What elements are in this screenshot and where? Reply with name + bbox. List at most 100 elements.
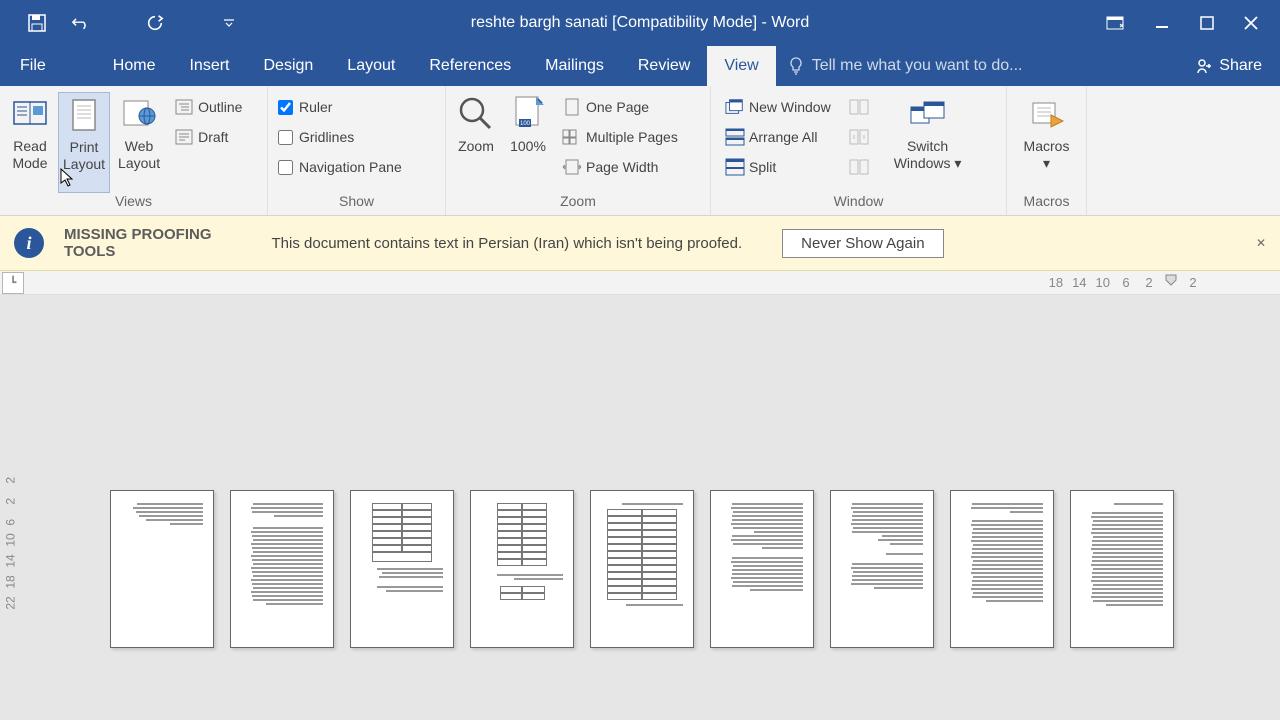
ribbon-tabs: File Home Insert Design Layout Reference… xyxy=(0,46,1280,86)
read-mode-icon xyxy=(10,94,50,134)
ribbon-display-options-icon[interactable] xyxy=(1106,16,1124,30)
print-layout-button[interactable]: Print Layout xyxy=(58,92,110,193)
page-thumbnail[interactable] xyxy=(830,490,934,648)
page-thumbnails xyxy=(110,490,1174,648)
multiple-pages-icon xyxy=(562,128,582,146)
indent-marker-icon[interactable] xyxy=(1165,274,1177,290)
ruler-area: ┗ 18 14 10 6 2 2 xyxy=(0,271,1280,295)
page-thumbnail[interactable] xyxy=(950,490,1054,648)
group-macros: Macros▾ Macros xyxy=(1007,86,1087,215)
warning-title: MISSING PROOFINGTOOLS xyxy=(64,226,212,261)
svg-text:100: 100 xyxy=(520,121,531,127)
quick-access-toolbar xyxy=(0,14,238,32)
ribbon: Read Mode Print Layout Web Layout Outlin… xyxy=(0,86,1280,216)
switch-windows-icon xyxy=(908,94,948,134)
group-views-label: Views xyxy=(6,193,261,209)
switch-windows-button[interactable]: Switch Windows ▾ xyxy=(890,92,966,193)
draft-button[interactable]: Draft xyxy=(170,122,246,152)
tab-mailings[interactable]: Mailings xyxy=(528,46,621,86)
one-page-button[interactable]: One Page xyxy=(558,92,682,122)
read-mode-button[interactable]: Read Mode xyxy=(6,92,54,193)
ruler-checkbox[interactable]: Ruler xyxy=(278,92,402,122)
close-warning-icon[interactable]: ✕ xyxy=(1256,236,1266,250)
redo-icon[interactable] xyxy=(146,14,164,32)
chevron-down-icon: ▾ xyxy=(1043,155,1050,171)
tab-design[interactable]: Design xyxy=(246,46,330,86)
web-layout-icon xyxy=(119,94,159,134)
tab-view[interactable]: View xyxy=(707,46,775,86)
gridlines-checkbox[interactable]: Gridlines xyxy=(278,122,402,152)
group-show-label: Show xyxy=(274,193,439,209)
group-views: Read Mode Print Layout Web Layout Outlin… xyxy=(0,86,268,215)
view-side-by-side-button[interactable] xyxy=(845,92,873,122)
reset-window-icon xyxy=(849,158,869,176)
split-icon xyxy=(725,158,745,176)
new-window-icon xyxy=(725,98,745,116)
tab-review[interactable]: Review xyxy=(621,46,707,86)
page-thumbnail[interactable] xyxy=(590,490,694,648)
share-button[interactable]: Share xyxy=(1177,46,1280,86)
side-by-side-icon xyxy=(849,98,869,116)
vertical-ruler[interactable]: 2 2 6 10 14 18 22 xyxy=(4,470,17,610)
window-title: reshte bargh sanati [Compatibility Mode]… xyxy=(471,14,810,32)
page-thumbnail[interactable] xyxy=(1070,490,1174,648)
title-bar: reshte bargh sanati [Compatibility Mode]… xyxy=(0,0,1280,46)
one-page-icon xyxy=(562,98,582,116)
reset-window-pos-button[interactable] xyxy=(845,152,873,182)
info-icon: i xyxy=(14,228,44,258)
page-thumbnail[interactable] xyxy=(710,490,814,648)
zoom-100-button[interactable]: 100 100% xyxy=(504,92,552,193)
page-width-button[interactable]: Page Width xyxy=(558,152,682,182)
print-layout-icon xyxy=(64,95,104,135)
customize-qat-icon[interactable] xyxy=(220,14,238,32)
sync-scroll-button[interactable] xyxy=(845,122,873,152)
group-macros-label: Macros xyxy=(1013,193,1080,209)
draft-icon xyxy=(174,128,194,146)
window-controls xyxy=(1106,15,1280,31)
horizontal-ruler[interactable]: 18 14 10 6 2 2 xyxy=(1049,274,1200,290)
sync-scroll-icon xyxy=(849,128,869,146)
multiple-pages-button[interactable]: Multiple Pages xyxy=(558,122,682,152)
tell-me-search[interactable]: Tell me what you want to do... xyxy=(776,46,1178,86)
tab-insert[interactable]: Insert xyxy=(172,46,246,86)
arrange-all-button[interactable]: Arrange All xyxy=(721,122,835,152)
lightbulb-icon xyxy=(788,56,804,76)
page-thumbnail[interactable] xyxy=(110,490,214,648)
tab-references[interactable]: References xyxy=(412,46,528,86)
zoom-button[interactable]: Zoom xyxy=(452,92,500,193)
never-show-again-button[interactable]: Never Show Again xyxy=(782,229,943,258)
save-icon[interactable] xyxy=(28,14,46,32)
page-thumbnail[interactable] xyxy=(470,490,574,648)
split-button[interactable]: Split xyxy=(721,152,835,182)
share-icon xyxy=(1195,57,1213,75)
group-zoom: Zoom 100 100% One Page Multiple Pages Pa… xyxy=(446,86,711,215)
group-window-label: Window xyxy=(717,193,1000,209)
navigation-pane-checkbox[interactable]: Navigation Pane xyxy=(278,152,402,182)
outline-icon xyxy=(174,98,194,116)
outline-button[interactable]: Outline xyxy=(170,92,246,122)
chevron-down-icon: ▾ xyxy=(954,155,961,171)
page-width-icon xyxy=(562,158,582,176)
macros-icon xyxy=(1027,94,1067,134)
undo-icon[interactable] xyxy=(72,14,90,32)
close-icon[interactable] xyxy=(1244,16,1258,30)
group-window: New Window Arrange All Split Switc xyxy=(711,86,1007,215)
minimize-icon[interactable] xyxy=(1154,15,1170,31)
tab-layout[interactable]: Layout xyxy=(330,46,412,86)
macros-button[interactable]: Macros▾ xyxy=(1020,92,1074,193)
ruler-corner[interactable]: ┗ xyxy=(2,272,24,294)
web-layout-button[interactable]: Web Layout xyxy=(114,92,164,193)
proofing-warning-bar: i MISSING PROOFINGTOOLS This document co… xyxy=(0,216,1280,271)
arrange-all-icon xyxy=(725,128,745,146)
new-window-button[interactable]: New Window xyxy=(721,92,835,122)
group-show: Ruler Gridlines Navigation Pane Show xyxy=(268,86,446,215)
document-area[interactable]: 2 2 6 10 14 18 22 xyxy=(0,295,1280,720)
page-thumbnail[interactable] xyxy=(230,490,334,648)
tell-me-placeholder: Tell me what you want to do... xyxy=(812,57,1023,75)
group-zoom-label: Zoom xyxy=(452,193,704,209)
tab-home[interactable]: Home xyxy=(96,46,173,86)
tab-file[interactable]: File xyxy=(0,46,66,86)
maximize-icon[interactable] xyxy=(1200,16,1214,30)
zoom-icon xyxy=(456,94,496,134)
page-thumbnail[interactable] xyxy=(350,490,454,648)
